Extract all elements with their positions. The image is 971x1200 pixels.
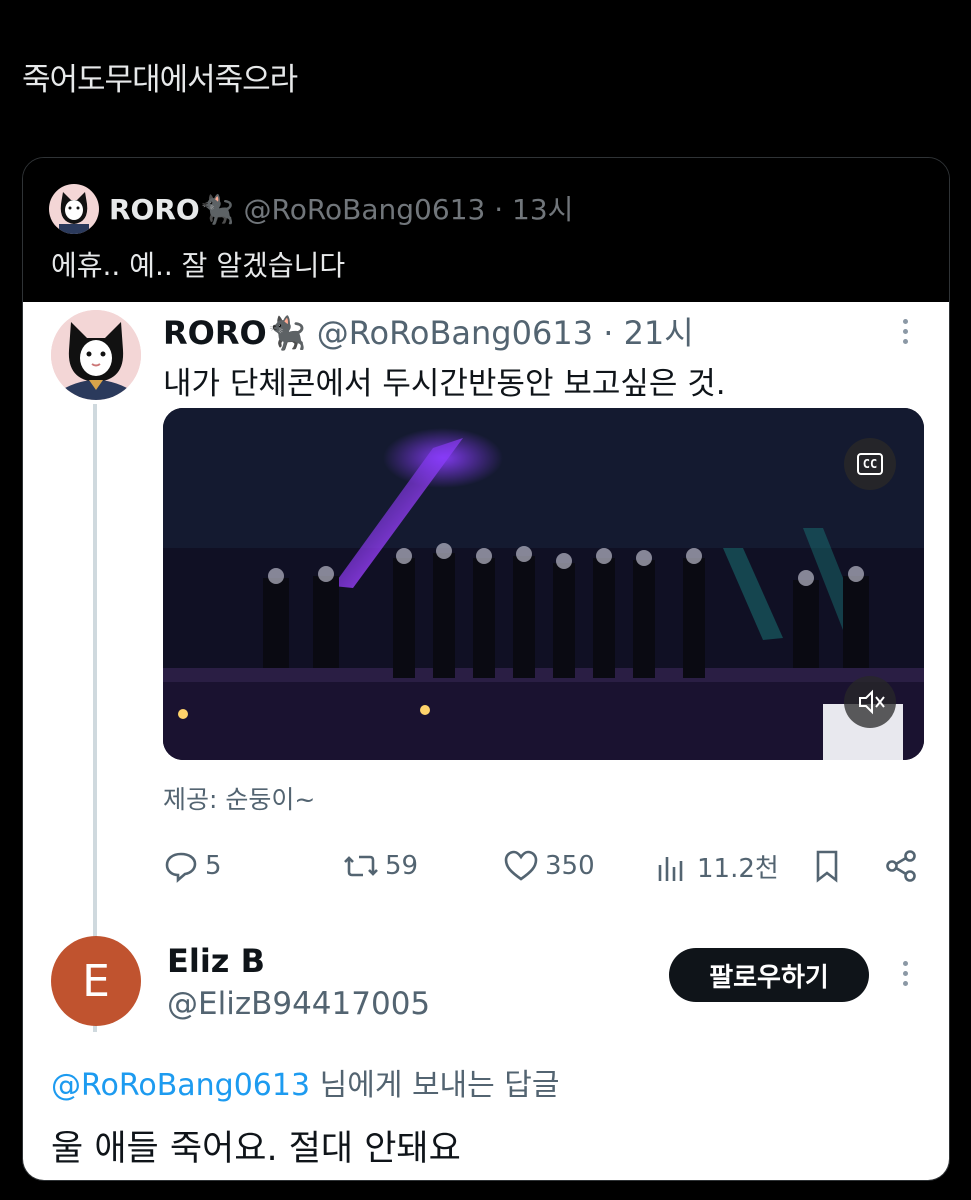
author-handle[interactable]: @RoRoBang0613 bbox=[317, 314, 593, 352]
quote-card[interactable]: RORO🐈‍⬛ @RoRoBang0613 · 13시 에휴.. 예.. 잘 알… bbox=[22, 157, 950, 1181]
reply-icon bbox=[165, 852, 197, 883]
quoted-author: RORO🐈‍⬛ @RoRoBang0613 · 13시 bbox=[109, 188, 573, 228]
like-button[interactable]: 350 bbox=[503, 848, 595, 884]
cat-emoji-icon: 🐈‍⬛ bbox=[266, 314, 307, 352]
mention-link[interactable]: @RoRoBang0613 bbox=[51, 1068, 310, 1103]
bar-chart-icon bbox=[658, 856, 683, 881]
cc-label: CC bbox=[856, 453, 884, 475]
more-options-icon[interactable] bbox=[893, 314, 917, 354]
cat-avatar-large[interactable] bbox=[51, 310, 141, 400]
more-options-icon[interactable] bbox=[893, 956, 917, 996]
cat-avatar[interactable] bbox=[49, 184, 99, 234]
bookmark-button[interactable] bbox=[809, 848, 845, 884]
views-button[interactable]: 11.2천 bbox=[655, 848, 779, 885]
mute-button[interactable] bbox=[844, 676, 896, 728]
quote-header: RORO🐈‍⬛ @RoRoBang0613 · 13시 에휴.. 예.. 잘 알… bbox=[23, 158, 949, 302]
quoted-text: 에휴.. 예.. 잘 알겠습니다 bbox=[51, 249, 346, 282]
reply-count: 5 bbox=[205, 851, 222, 881]
video-player[interactable]: CC bbox=[163, 408, 924, 760]
post-time[interactable]: · 21시 bbox=[603, 314, 694, 352]
repost-icon bbox=[344, 855, 378, 877]
thread-area: RORO🐈‍⬛ @RoRoBang0613 · 21시 내가 단체콘에서 두시간… bbox=[23, 302, 949, 1180]
heart-icon bbox=[504, 850, 538, 881]
avatar[interactable]: E bbox=[51, 936, 141, 1026]
bookmark-icon bbox=[816, 850, 838, 883]
repost-count: 59 bbox=[385, 851, 419, 881]
original-author: RORO🐈‍⬛ @RoRoBang0613 · 21시 bbox=[163, 308, 694, 354]
repost-button[interactable]: 59 bbox=[343, 848, 418, 884]
author-handle[interactable]: @RoRoBang0613 bbox=[244, 193, 486, 226]
post-time[interactable]: · 13시 bbox=[494, 193, 573, 226]
caption-text: 죽어도무대에서죽으라 bbox=[22, 62, 298, 98]
media-credit: 제공: 순둥이~ bbox=[163, 785, 316, 814]
captions-button[interactable]: CC bbox=[844, 438, 896, 490]
reply-author-name[interactable]: Eliz B bbox=[167, 942, 265, 980]
concert-scene bbox=[163, 408, 924, 760]
share-icon bbox=[886, 850, 916, 882]
follow-button[interactable]: 팔로우하기 bbox=[669, 948, 869, 1002]
reply-button[interactable]: 5 bbox=[163, 848, 222, 884]
replying-to: @RoRoBang0613 님에게 보내는 답글 bbox=[51, 1060, 560, 1104]
view-count: 11.2천 bbox=[697, 854, 779, 884]
author-name[interactable]: RORO bbox=[109, 193, 200, 226]
action-bar: 5 59 350 11.2천 bbox=[163, 848, 923, 898]
author-name[interactable]: RORO bbox=[163, 314, 267, 352]
like-count: 350 bbox=[545, 851, 595, 881]
speaker-muted-icon bbox=[859, 689, 885, 715]
replying-to-suffix: 님에게 보내는 답글 bbox=[310, 1068, 560, 1103]
post-text: 내가 단체콘에서 두시간반동안 보고싶은 것. bbox=[163, 366, 726, 402]
reply-author-handle[interactable]: @ElizB94417005 bbox=[167, 986, 430, 1022]
reply-text: 울 애들 죽어요. 절대 안돼요 bbox=[51, 1129, 461, 1169]
share-button[interactable] bbox=[883, 848, 919, 884]
cat-emoji-icon: 🐈‍⬛ bbox=[199, 193, 235, 226]
